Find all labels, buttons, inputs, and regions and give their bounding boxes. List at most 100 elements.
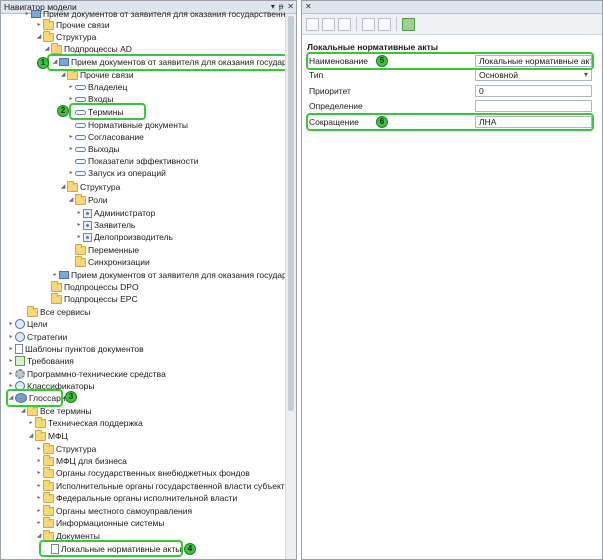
folder-icon <box>27 404 38 416</box>
folder-icon <box>67 68 78 80</box>
folder-icon <box>27 305 38 317</box>
tree-node[interactable]: ▸ Информационные системы <box>35 516 164 529</box>
navigator-scrollbar[interactable] <box>285 14 296 559</box>
link-icon <box>75 85 86 90</box>
tree-node[interactable]: ◢ МФЦ <box>27 429 68 442</box>
link-icon <box>75 171 86 176</box>
tree-node[interactable]: ▸ Техническая поддержка <box>27 416 143 429</box>
tree-node[interactable]: Подпроцессы EPC <box>43 292 138 305</box>
add-icon[interactable] <box>402 17 415 31</box>
folder-icon <box>51 42 62 54</box>
tree-node[interactable]: ▸ Согласование <box>67 131 143 143</box>
scrollbar-thumb[interactable] <box>288 16 294 411</box>
tree-node[interactable]: Нормативные документы <box>67 119 188 131</box>
list-view-icon[interactable] <box>306 17 319 31</box>
navigator-tree: ▸ Прием документов от заявителя для оказа… <box>1 9 296 559</box>
tree-node[interactable]: ◢ Структура <box>59 180 120 193</box>
requirements-icon <box>15 356 25 366</box>
folder-icon <box>35 429 46 441</box>
tree-node[interactable]: ▸ Исполнительные органы государственной в… <box>35 479 296 492</box>
folder-icon <box>75 255 86 267</box>
highlight-name-row <box>306 52 594 70</box>
folder-icon <box>43 491 54 503</box>
tree-node[interactable]: ▸ Органы местного самоуправления <box>35 504 192 517</box>
tree-node[interactable]: ▸ Администратор <box>75 207 155 219</box>
cut-icon[interactable] <box>322 17 335 31</box>
marker-badge-6: 6 <box>376 116 388 128</box>
marker-badge-2: 2 <box>57 105 69 117</box>
tree-node[interactable]: Показатели эффективности <box>67 155 198 167</box>
target-icon <box>15 319 25 329</box>
copy-icon[interactable] <box>338 17 351 31</box>
tree-node[interactable]: ▸ Программно-технические средства <box>7 368 166 380</box>
properties-panel: ✕ Локальные нормативные акты Наименовани… <box>301 0 603 560</box>
highlight-process <box>47 54 292 71</box>
highlight-terms <box>69 103 146 120</box>
marker-badge-5: 5 <box>376 55 388 67</box>
role-icon <box>83 208 92 218</box>
link-icon <box>75 123 86 128</box>
property-row-priority: Приоритет 0 <box>305 85 595 98</box>
tree-node[interactable]: Синхронизации <box>67 255 150 268</box>
property-row-type: Тип Основной <box>305 69 595 82</box>
marker-badge-1: 1 <box>37 57 49 69</box>
close-icon[interactable]: ✕ <box>287 1 294 13</box>
tree-node[interactable]: ▸ Требования <box>7 355 74 367</box>
property-label: Определение <box>309 101 363 111</box>
type-select[interactable]: Основной <box>475 69 592 81</box>
tree-node[interactable]: ▸ Стратегии <box>7 331 67 343</box>
property-row-definition: Определение <box>305 100 595 113</box>
process-icon <box>59 271 69 279</box>
toolbar-separator <box>396 17 397 31</box>
link-icon <box>75 97 86 102</box>
role-icon <box>83 232 92 242</box>
tree-node[interactable]: ▸ МФЦ для бизнеса <box>35 454 127 467</box>
document-template-icon <box>15 344 23 354</box>
properties-titlebar: ✕ <box>302 1 602 14</box>
folder-icon <box>43 479 54 491</box>
tree-node[interactable]: ◢ Роли <box>67 193 108 206</box>
close-icon[interactable]: ✕ <box>305 1 312 13</box>
tree-node[interactable]: ▸ Прочие связи <box>35 18 110 31</box>
tree-node[interactable]: ▸ Структура <box>35 442 96 455</box>
folder-icon <box>35 416 46 428</box>
highlight-glossary <box>6 389 63 407</box>
tree-node[interactable]: ▸ Делопроизводитель <box>75 231 173 243</box>
undo-icon[interactable] <box>378 17 391 31</box>
folder-icon <box>75 243 86 255</box>
tree-node[interactable]: ▸ Цели <box>7 318 47 330</box>
link-icon <box>75 147 86 152</box>
properties-toolbar <box>302 14 602 35</box>
software-icon <box>15 369 25 379</box>
folder-icon <box>43 18 54 30</box>
toolbar-separator <box>356 17 357 31</box>
tree-node[interactable]: Все сервисы <box>19 305 90 318</box>
properties-title: Локальные нормативные акты <box>307 42 439 52</box>
tree-node[interactable]: ▸ Прием документов от заявителя для оказа… <box>51 269 296 281</box>
tree-node[interactable]: ▸ Федеральные органы исполнительной власт… <box>35 491 237 504</box>
folder-icon <box>75 193 86 205</box>
role-icon <box>83 220 92 230</box>
highlight-local-acts <box>39 540 183 557</box>
folder-icon <box>43 30 54 42</box>
tree-node[interactable]: ▸ Запуск из операций <box>67 167 165 179</box>
folder-icon <box>51 280 62 292</box>
folder-icon <box>67 180 78 192</box>
marker-badge-4: 4 <box>184 543 196 555</box>
folder-icon <box>43 454 54 466</box>
priority-field[interactable]: 0 <box>475 85 592 97</box>
tree-node[interactable]: ▸ Органы государственных внебюджетных фон… <box>35 466 250 479</box>
tree-node[interactable]: Переменные <box>67 243 139 256</box>
link-icon <box>75 135 86 140</box>
tree-node[interactable]: ▸ Заявитель <box>75 219 135 231</box>
tree-node[interactable]: Подпроцессы DPO <box>43 280 139 293</box>
tree-node[interactable]: ▸ Выходы <box>67 143 119 155</box>
definition-field[interactable] <box>475 100 592 112</box>
tree-node[interactable]: ◢ Структура <box>35 30 96 43</box>
tree-node[interactable]: ▸ Шаблоны пунктов документов <box>7 343 144 355</box>
folder-icon <box>43 466 54 478</box>
tree-node[interactable]: ▸ Владелец <box>67 81 127 93</box>
marker-badge-3: 3 <box>65 391 77 403</box>
folder-icon <box>51 292 62 304</box>
save-icon[interactable] <box>362 17 375 31</box>
